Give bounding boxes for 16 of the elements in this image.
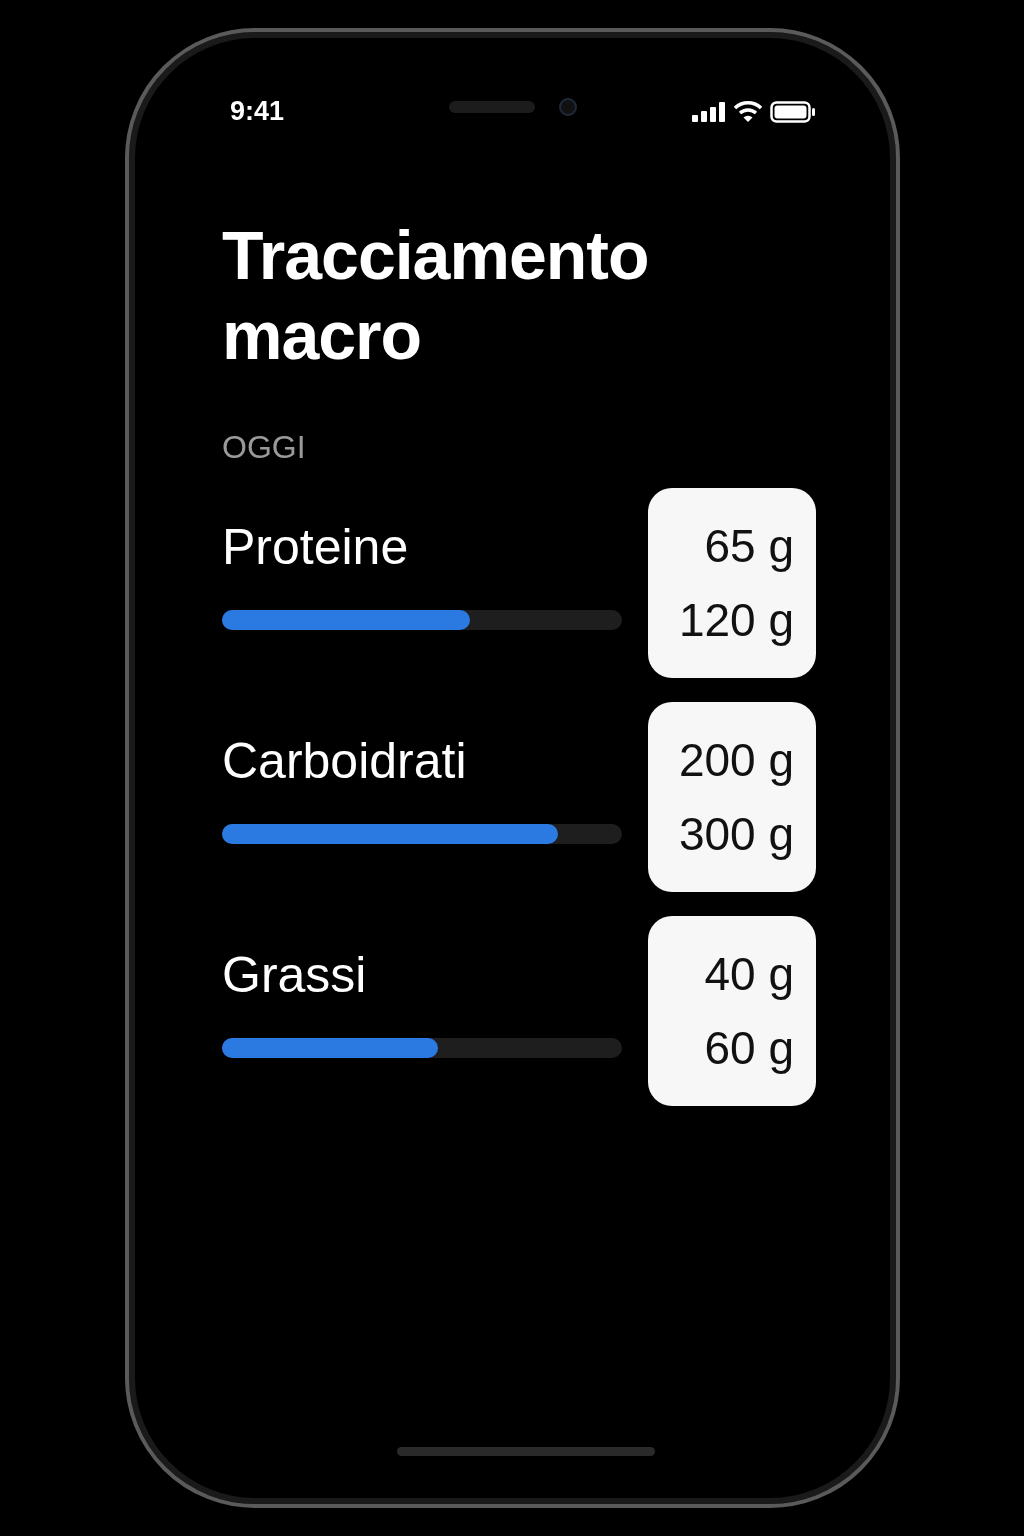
consumed-amount: 200 g [678, 733, 794, 787]
battery-icon [770, 100, 816, 123]
goal-amount: 300 g [678, 807, 794, 861]
wifi-icon [734, 100, 762, 123]
goal-amount: 60 g [704, 1021, 794, 1075]
macro-name: Grassi [222, 946, 368, 1004]
goal-amount: 120 g [678, 593, 794, 647]
page-title: Tracciamento macro [222, 216, 650, 375]
consumed-amount: 40 g [704, 947, 794, 1001]
status-time: 9:41 [230, 96, 285, 127]
macro-name: Proteine [222, 518, 410, 576]
consumed-amount: 65 g [704, 519, 794, 573]
camera-dot [558, 98, 577, 116]
macro-name: Carboidrati [222, 732, 468, 790]
signal-icon [692, 101, 726, 122]
section-header: OGGI [222, 429, 307, 466]
